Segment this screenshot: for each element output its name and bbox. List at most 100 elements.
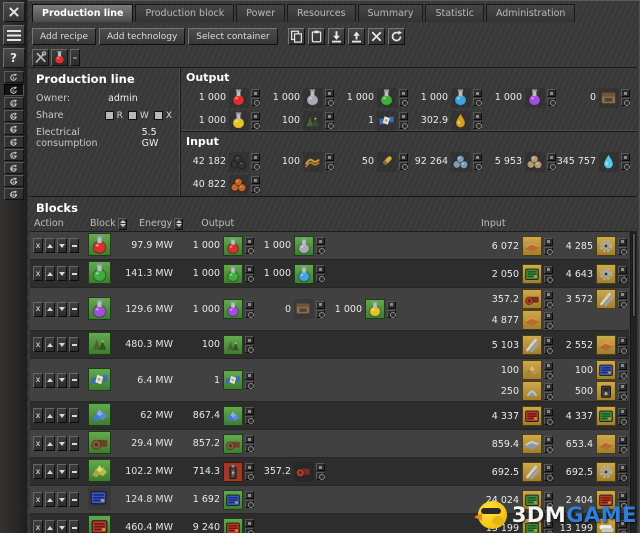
item-update-mini-button[interactable] <box>618 416 627 425</box>
blue-chunks-icon[interactable] <box>88 403 111 426</box>
upload-button[interactable] <box>347 28 365 45</box>
item-edit-mini-button[interactable] <box>316 463 325 471</box>
block-recipe-button[interactable] <box>88 403 113 428</box>
item-edit-mini-button[interactable] <box>473 112 482 120</box>
item-update-mini-button[interactable] <box>547 162 556 170</box>
row-up-button[interactable] <box>45 372 55 388</box>
item-edit-mini-button[interactable] <box>399 153 408 161</box>
add-recipe-button[interactable]: Add recipe <box>32 28 97 45</box>
close-button[interactable] <box>2 2 25 22</box>
item-edit-mini-button[interactable] <box>544 463 553 472</box>
time-button-1h[interactable]: 1h <box>3 149 24 161</box>
item-edit-mini-button[interactable] <box>618 237 627 246</box>
item-update-mini-button[interactable] <box>544 416 553 425</box>
science-red-icon[interactable] <box>88 233 111 256</box>
water-drop-icon[interactable] <box>599 151 619 172</box>
paste-button[interactable] <box>307 28 325 45</box>
block-recipe-button[interactable] <box>88 487 113 512</box>
item-update-mini-button[interactable] <box>399 98 408 106</box>
item-edit-mini-button[interactable] <box>618 435 627 444</box>
scrollbar[interactable] <box>630 231 637 533</box>
science-red-icon[interactable] <box>229 87 249 108</box>
row-down-button[interactable] <box>57 266 67 281</box>
oil-drop-icon[interactable] <box>451 110 471 131</box>
science-grey-icon[interactable] <box>294 235 314 256</box>
item-update-mini-button[interactable] <box>245 444 254 452</box>
item-edit-mini-button[interactable] <box>544 407 553 416</box>
science-green-icon[interactable] <box>377 87 397 108</box>
item-update-mini-button[interactable] <box>245 500 254 508</box>
row-up-button[interactable] <box>45 408 55 423</box>
item-edit-mini-button[interactable] <box>473 153 482 161</box>
item-update-mini-button[interactable] <box>618 370 627 379</box>
time-button-1[interactable]: 1 <box>3 71 24 83</box>
row-collapse-button[interactable] <box>69 492 79 507</box>
item-update-mini-button[interactable] <box>399 121 408 129</box>
block-recipe-button[interactable] <box>88 233 113 258</box>
science-grey-icon[interactable] <box>303 87 323 108</box>
row-down-button[interactable] <box>57 520 67 533</box>
gear-icon[interactable] <box>596 462 616 482</box>
row-delete-button[interactable]: x <box>33 337 43 352</box>
time-button-24h[interactable]: 24h <box>3 188 24 200</box>
item-update-mini-button[interactable] <box>245 528 254 533</box>
item-edit-mini-button[interactable] <box>544 435 553 444</box>
select-container-button[interactable]: Select container <box>188 28 278 45</box>
item-update-mini-button[interactable] <box>544 444 553 453</box>
item-edit-mini-button[interactable] <box>387 300 396 309</box>
item-update-mini-button[interactable] <box>544 299 553 308</box>
sort-block-button[interactable] <box>118 217 127 230</box>
row-down-button[interactable] <box>57 464 67 479</box>
item-edit-mini-button[interactable] <box>618 290 627 299</box>
item-edit-mini-button[interactable] <box>251 176 260 184</box>
row-up-button[interactable] <box>45 492 55 507</box>
item-edit-mini-button[interactable] <box>245 463 254 471</box>
item-update-mini-button[interactable] <box>245 309 254 318</box>
satellite-icon[interactable] <box>377 110 397 131</box>
time-button-5[interactable]: 5 <box>3 84 24 96</box>
gear-icon[interactable] <box>596 236 616 256</box>
row-delete-button[interactable]: x <box>33 464 43 479</box>
item-edit-mini-button[interactable] <box>325 112 334 120</box>
item-edit-mini-button[interactable] <box>618 407 627 416</box>
science-yellow-icon[interactable] <box>365 299 385 319</box>
tab-production-block[interactable]: Production block <box>135 4 235 22</box>
time-button-60[interactable]: 60 <box>3 123 24 135</box>
row-delete-button[interactable]: x <box>33 301 43 317</box>
item-update-mini-button[interactable] <box>325 121 334 129</box>
bullet-icon[interactable] <box>377 151 397 172</box>
item-update-mini-button[interactable] <box>544 274 553 283</box>
science-purple-icon[interactable] <box>88 296 111 320</box>
download-button[interactable] <box>327 28 345 45</box>
block-recipe-button[interactable] <box>88 367 113 393</box>
row-up-button[interactable] <box>45 266 55 281</box>
item-edit-mini-button[interactable] <box>325 153 334 161</box>
row-collapse-button[interactable] <box>69 464 79 479</box>
circuit-blue-icon[interactable] <box>596 360 616 380</box>
science-green-icon[interactable] <box>223 263 243 284</box>
circuit-red-icon[interactable] <box>522 406 542 426</box>
item-edit-mini-button[interactable] <box>316 300 325 309</box>
item-update-mini-button[interactable] <box>251 162 260 170</box>
science-purple-icon[interactable] <box>223 299 243 319</box>
item-update-mini-button[interactable] <box>618 345 627 354</box>
item-update-mini-button[interactable] <box>251 121 260 129</box>
item-edit-mini-button[interactable] <box>544 361 553 370</box>
item-edit-mini-button[interactable] <box>245 237 254 245</box>
share-checkbox-r[interactable] <box>104 111 114 120</box>
item-update-mini-button[interactable] <box>618 444 627 453</box>
item-update-mini-button[interactable] <box>245 345 254 353</box>
block-recipe-button[interactable] <box>88 515 113 533</box>
item-edit-mini-button[interactable] <box>618 463 627 472</box>
flask-red-button[interactable] <box>51 49 68 66</box>
science-yellow-icon[interactable] <box>229 110 249 131</box>
tab-statistic[interactable]: Statistic <box>425 4 484 22</box>
tab-production-line[interactable]: Production line <box>32 4 134 22</box>
item-update-mini-button[interactable] <box>251 98 260 106</box>
item-edit-mini-button[interactable] <box>618 265 627 274</box>
science-green-icon[interactable] <box>88 261 111 284</box>
science-blue-icon[interactable] <box>294 263 314 284</box>
item-update-mini-button[interactable] <box>618 391 627 400</box>
satellite-icon[interactable] <box>223 370 243 390</box>
row-collapse-button[interactable] <box>69 301 79 317</box>
